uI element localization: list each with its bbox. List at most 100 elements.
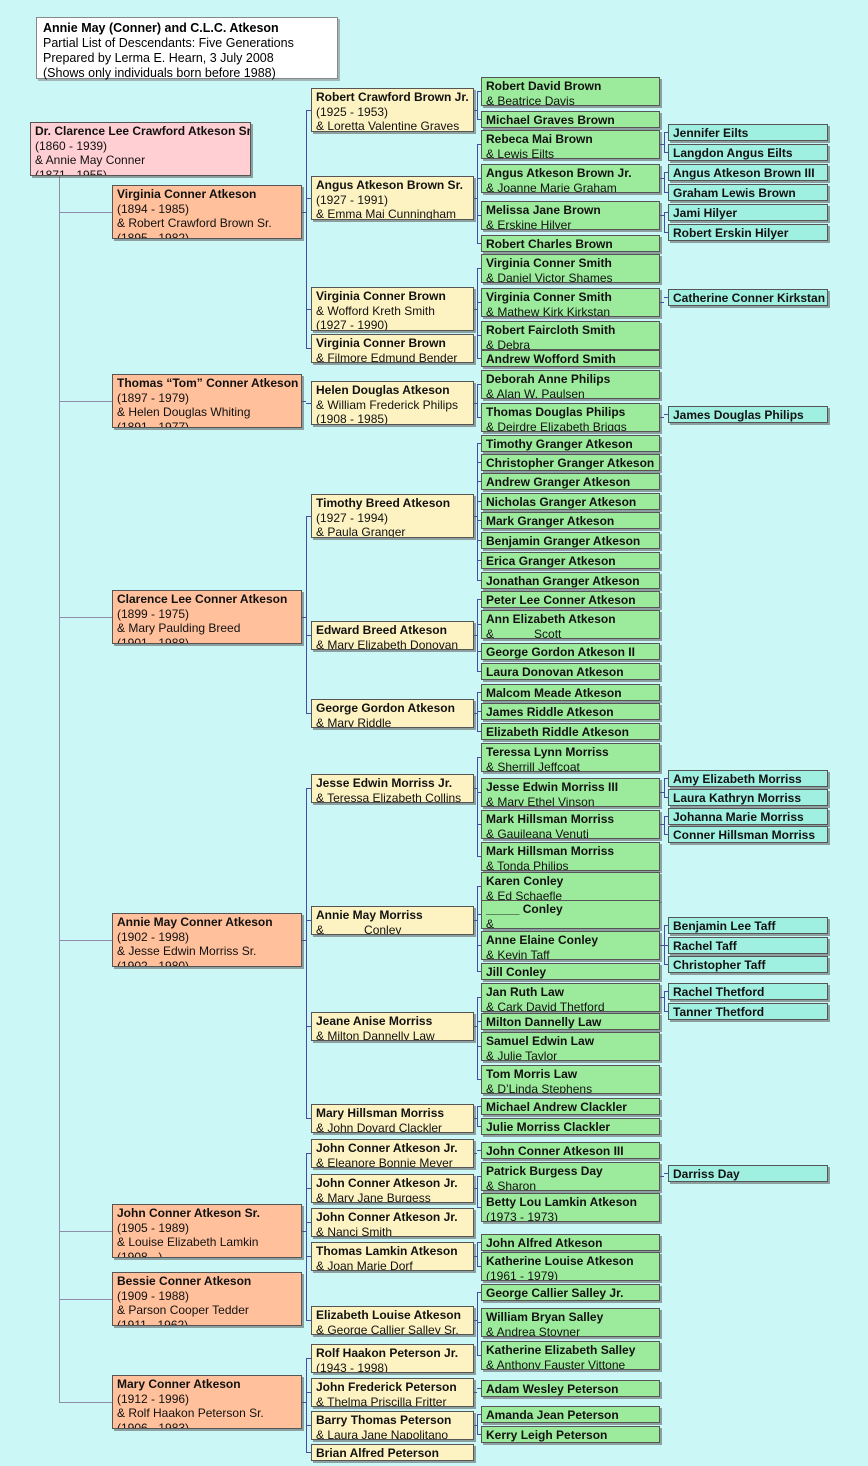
person-box[interactable]: William Bryan Salley & Andrea Stovner <box>481 1308 660 1337</box>
person-box[interactable]: Catherine Conner Kirkstan <box>668 289 828 306</box>
person-box[interactable]: Melissa Jane Brown & Erskine Hilyer <box>481 201 660 230</box>
person-box[interactable]: Anne Elaine Conley & Kevin Taff <box>481 931 660 960</box>
person-box[interactable]: George Gordon Atkeson II <box>481 643 660 660</box>
person-box[interactable]: Laura Kathryn Morriss <box>668 789 828 806</box>
person-box[interactable]: Michael Andrew Clackler <box>481 1098 660 1115</box>
person-box[interactable]: John Conner Atkeson Jr. & Nanci Smith <box>311 1208 474 1237</box>
person-box[interactable]: Milton Dannelly Law <box>481 1013 660 1030</box>
person-box[interactable]: Jonathan Granger Atkeson <box>481 572 660 589</box>
person-box[interactable]: John Conner Atkeson Sr. (1905 - 1989) & Lo… <box>112 1204 302 1258</box>
person-box[interactable]: Rebeca Mai Brown & Lewis Eilts <box>481 130 660 159</box>
person-box[interactable]: Andrew Wofford Smith <box>481 350 660 367</box>
person-box[interactable]: Timothy Granger Atkeson <box>481 435 660 452</box>
person-box[interactable]: Katherine Elizabeth Salley & Anthony Faus… <box>481 1341 660 1370</box>
person-box[interactable]: Jeane Anise Morriss & Milton Dannelly Law <box>311 1012 474 1041</box>
person-box[interactable]: Karen Conley & Ed Schaefle <box>481 872 660 901</box>
person-box[interactable]: _____ Conley & _____ _____ <box>481 900 660 929</box>
person-box[interactable]: Mary Conner Atkeson (1912 - 1996) & Rolf H… <box>112 1375 302 1429</box>
person-box[interactable]: George Gordon Atkeson & Mary Riddle <box>311 699 474 728</box>
person-box[interactable]: Thomas Douglas Philips & Deirdre Elizabet… <box>481 403 660 432</box>
person-box[interactable]: Thomas “Tom” Conner Atkeson (1897 - 1979)… <box>112 374 302 428</box>
person-box[interactable]: Barry Thomas Peterson & Laura Jane Napoli… <box>311 1411 474 1440</box>
person-box[interactable]: Edward Breed Atkeson & Mary Elizabeth Don… <box>311 621 474 650</box>
person-box[interactable]: Langdon Angus Eilts <box>668 144 828 161</box>
person-box[interactable]: Rachel Thetford <box>668 983 828 1000</box>
person-box[interactable]: Rachel Taff <box>668 937 828 954</box>
person-box[interactable]: Angus Atkeson Brown III <box>668 164 828 181</box>
person-box[interactable]: Robert Crawford Brown Jr. (1925 - 1953) & … <box>311 88 474 132</box>
person-box[interactable]: Conner Hillsman Morriss <box>668 826 828 843</box>
person-box[interactable]: Andrew Granger Atkeson <box>481 473 660 490</box>
person-box[interactable]: Malcom Meade Atkeson <box>481 684 660 701</box>
person-box[interactable]: Robert David Brown & Beatrice Davis <box>481 77 660 106</box>
person-box[interactable]: Elizabeth Riddle Atkeson <box>481 723 660 740</box>
person-box[interactable]: Robert Erskin Hilyer <box>668 224 828 241</box>
person-box[interactable]: Virginia Conner Brown & Filmore Edmund Be… <box>311 334 474 363</box>
person-box[interactable]: Angus Atkeson Brown Jr. & Joanne Marie Gr… <box>481 164 660 193</box>
person-box[interactable]: Jami Hilyer <box>668 204 828 221</box>
person-box[interactable]: Christopher Taff <box>668 956 828 973</box>
person-box[interactable]: Michael Graves Brown <box>481 111 660 128</box>
person-box[interactable]: John Conner Atkeson III <box>481 1142 660 1159</box>
person-box[interactable]: John Conner Atkeson Jr. & Eleanore Bonnie… <box>311 1139 474 1168</box>
person-box[interactable]: John Conner Atkeson Jr. & Mary Jane Burge… <box>311 1174 474 1203</box>
person-box[interactable]: Katherine Louise Atkeson (1961 - 1979) <box>481 1252 660 1281</box>
person-box[interactable]: Betty Lou Lamkin Atkeson (1973 - 1973) <box>481 1193 660 1222</box>
person-box[interactable]: John Alfred Atkeson <box>481 1234 660 1251</box>
person-box[interactable]: James Riddle Atkeson <box>481 703 660 720</box>
person-box[interactable]: Brian Alfred Peterson <box>311 1444 474 1461</box>
person-box[interactable]: Mary Hillsman Morriss & John Dovard Clack… <box>311 1104 474 1133</box>
person-box[interactable]: Timothy Breed Atkeson (1927 - 1994) & Paul… <box>311 494 474 538</box>
person-box[interactable]: Virginia Conner Smith & Mathew Kirk Kirks… <box>481 288 660 317</box>
person-box[interactable]: Angus Atkeson Brown Sr. (1927 - 1991) & Em… <box>311 176 474 220</box>
person-box[interactable]: Johanna Marie Morriss <box>668 808 828 825</box>
person-box[interactable]: Samuel Edwin Law & Julie Taylor <box>481 1032 660 1061</box>
person-box[interactable]: Amy Elizabeth Morriss <box>668 770 828 787</box>
person-box[interactable]: Mark Hillsman Morriss & Tonda Philips <box>481 842 660 871</box>
person-box[interactable]: Tom Morris Law & D’Linda Stephens <box>481 1065 660 1094</box>
person-box[interactable]: Jesse Edwin Morriss III & Mary Ethel Vins… <box>481 778 660 807</box>
person-box[interactable]: James Douglas Philips <box>668 406 828 423</box>
person-box[interactable]: Benjamin Granger Atkeson <box>481 532 660 549</box>
person-box[interactable]: Jill Conley <box>481 963 660 980</box>
person-box[interactable]: Graham Lewis Brown <box>668 184 828 201</box>
person-box[interactable]: Teressa Lynn Morriss & Sherrill Jeffcoat <box>481 743 660 772</box>
person-box[interactable]: Bessie Conner Atkeson (1909 - 1988) & Pars… <box>112 1272 302 1326</box>
person-box[interactable]: Helen Douglas Atkeson & William Frederick… <box>311 381 474 425</box>
person-box[interactable]: Christopher Granger Atkeson <box>481 454 660 471</box>
person-box[interactable]: Mark Granger Atkeson <box>481 512 660 529</box>
person-box[interactable]: Nicholas Granger Atkeson <box>481 493 660 510</box>
connector-line <box>302 617 306 618</box>
person-box[interactable]: Jan Ruth Law & Cark David Thetford <box>481 983 660 1012</box>
person-box[interactable]: Annie May Morriss & _____ Conley <box>311 906 474 935</box>
person-box[interactable]: Jesse Edwin Morriss Jr. & Teressa Elizabe… <box>311 774 474 803</box>
person-box[interactable]: Virginia Conner Smith & Daniel Victor Sha… <box>481 254 660 283</box>
person-box[interactable]: Peter Lee Conner Atkeson <box>481 591 660 608</box>
person-box[interactable]: Julie Morriss Clackler <box>481 1118 660 1135</box>
person-box[interactable]: Tanner Thetford <box>668 1003 828 1020</box>
person-box[interactable]: Amanda Jean Peterson <box>481 1406 660 1423</box>
person-box[interactable]: Benjamin Lee Taff <box>668 917 828 934</box>
person-box[interactable]: Patrick Burgess Day & Sharon _____ <box>481 1162 660 1191</box>
person-box[interactable]: Jennifer Eilts <box>668 124 828 141</box>
person-box[interactable]: Adam Wesley Peterson <box>481 1380 660 1397</box>
person-box[interactable]: Erica Granger Atkeson <box>481 552 660 569</box>
person-box[interactable]: Mark Hillsman Morriss & Gauileana Venuti <box>481 810 660 839</box>
person-box[interactable]: Thomas Lamkin Atkeson & Joan Marie Dorf <box>311 1242 474 1271</box>
person-box[interactable]: Virginia Conner Atkeson (1894 - 1985) & Ro… <box>112 185 302 239</box>
person-box[interactable]: Annie May Conner Atkeson (1902 - 1998) & J… <box>112 913 302 967</box>
person-box[interactable]: Darriss Day <box>668 1165 828 1182</box>
person-box[interactable]: Ann Elizabeth Atkeson & _____ Scott <box>481 610 660 639</box>
person-box[interactable]: Dr. Clarence Lee Crawford Atkeson Sr. (18… <box>30 122 251 176</box>
person-box[interactable]: Laura Donovan Atkeson <box>481 663 660 680</box>
person-box[interactable]: Kerry Leigh Peterson <box>481 1426 660 1443</box>
person-box[interactable]: Robert Charles Brown <box>481 235 660 252</box>
person-box[interactable]: Rolf Haakon Peterson Jr. (1943 - 1998) <box>311 1344 474 1373</box>
person-box[interactable]: Deborah Anne Philips & Alan W. Paulsen <box>481 370 660 399</box>
person-box[interactable]: Clarence Lee Conner Atkeson (1899 - 1975)… <box>112 590 302 644</box>
person-box[interactable]: George Callier Salley Jr. <box>481 1284 660 1301</box>
person-box[interactable]: Elizabeth Louise Atkeson & George Callier… <box>311 1306 474 1335</box>
person-box[interactable]: Virginia Conner Brown & Wofford Kreth Smi… <box>311 287 474 331</box>
person-box[interactable]: Robert Faircloth Smith & Debra _____ <box>481 321 660 350</box>
person-box[interactable]: John Frederick Peterson & Thelma Priscill… <box>311 1378 474 1407</box>
